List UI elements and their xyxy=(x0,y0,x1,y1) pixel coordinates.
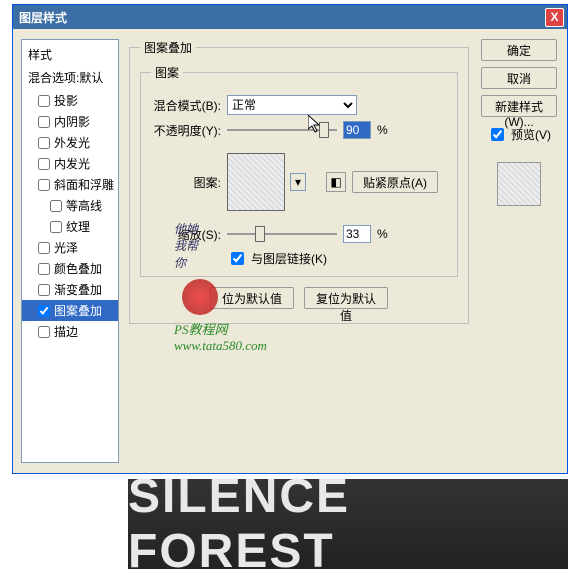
opacity-label: 不透明度(Y): xyxy=(151,122,221,139)
style-item[interactable]: 纹理 xyxy=(22,216,118,237)
style-item-label: 投影 xyxy=(54,92,78,109)
subgroup-title: 图案 xyxy=(151,64,183,81)
options-panel: 图案叠加 图案 混合模式(B): 正常 不透明度(Y): xyxy=(129,39,469,463)
style-item-checkbox[interactable] xyxy=(38,305,50,317)
style-item-checkbox[interactable] xyxy=(38,263,50,275)
style-item-label: 渐变叠加 xyxy=(54,281,102,298)
style-item-label: 描边 xyxy=(54,323,78,340)
style-item[interactable]: 内发光 xyxy=(22,153,118,174)
make-default-button[interactable]: 位为默认值 xyxy=(210,287,294,309)
close-button[interactable]: X xyxy=(545,8,564,27)
style-item-label: 颜色叠加 xyxy=(54,260,102,277)
blend-mode-row: 混合模式(B): 正常 xyxy=(151,95,447,115)
style-item[interactable]: 内阴影 xyxy=(22,111,118,132)
opacity-input[interactable] xyxy=(343,121,371,139)
preview-row: 预览(V) xyxy=(487,125,551,144)
pattern-dropdown-icon[interactable]: ▾ xyxy=(290,173,306,191)
default-buttons-row: 位为默认值 复位为默认值 xyxy=(140,287,458,309)
style-item-checkbox[interactable] xyxy=(38,242,50,254)
preview-checkbox[interactable] xyxy=(491,128,504,141)
blending-options-heading[interactable]: 混合选项:默认 xyxy=(22,67,118,90)
styles-heading[interactable]: 样式 xyxy=(22,44,118,67)
styles-list: 样式 混合选项:默认 投影内阴影外发光内发光斜面和浮雕等高线纹理光泽颜色叠加渐变… xyxy=(21,39,119,463)
style-item-checkbox[interactable] xyxy=(38,284,50,296)
style-item[interactable]: 斜面和浮雕 xyxy=(22,174,118,195)
scale-slider[interactable] xyxy=(227,233,337,235)
snap-origin-button[interactable]: 贴紧原点(A) xyxy=(352,171,438,193)
scale-unit: % xyxy=(377,227,388,241)
style-item-label: 等高线 xyxy=(66,197,102,214)
pattern-row: 图案: ▾ ◧ 贴紧原点(A) xyxy=(151,153,447,211)
style-item-label: 纹理 xyxy=(66,218,90,235)
new-style-button[interactable]: 新建样式(W)... xyxy=(481,95,557,117)
link-row: 与图层链接(K) xyxy=(227,249,447,268)
blend-mode-select[interactable]: 正常 xyxy=(227,95,357,115)
blend-mode-label: 混合模式(B): xyxy=(151,97,221,114)
cancel-button[interactable]: 取消 xyxy=(481,67,557,89)
style-item-label: 内发光 xyxy=(54,155,90,172)
style-item-checkbox[interactable] xyxy=(50,221,62,233)
style-item-checkbox[interactable] xyxy=(38,326,50,338)
ok-button[interactable]: 确定 xyxy=(481,39,557,61)
style-item-checkbox[interactable] xyxy=(38,137,50,149)
scale-input[interactable] xyxy=(343,225,371,243)
preview-swatch xyxy=(497,162,541,206)
style-item[interactable]: 等高线 xyxy=(22,195,118,216)
style-item[interactable]: 颜色叠加 xyxy=(22,258,118,279)
titlebar[interactable]: 图层样式 X xyxy=(13,5,567,29)
preview-image-text: SILENCE FOREST xyxy=(128,469,568,579)
style-item-checkbox[interactable] xyxy=(38,158,50,170)
scale-row: 缩放(S): % xyxy=(151,225,447,243)
style-item-checkbox[interactable] xyxy=(50,200,62,212)
style-item-label: 外发光 xyxy=(54,134,90,151)
style-item[interactable]: 外发光 xyxy=(22,132,118,153)
preview-label: 预览(V) xyxy=(511,126,551,143)
dialog-body: 样式 混合选项:默认 投影内阴影外发光内发光斜面和浮雕等高线纹理光泽颜色叠加渐变… xyxy=(13,29,567,473)
group-title: 图案叠加 xyxy=(140,39,196,56)
dialog-title: 图层样式 xyxy=(19,9,545,26)
style-item[interactable]: 渐变叠加 xyxy=(22,279,118,300)
pattern-subgroup: 图案 混合模式(B): 正常 不透明度(Y): % xyxy=(140,64,458,277)
reset-default-button[interactable]: 复位为默认值 xyxy=(304,287,388,309)
style-item[interactable]: 描边 xyxy=(22,321,118,342)
style-item-label: 图案叠加 xyxy=(54,302,102,319)
pattern-label: 图案: xyxy=(151,174,221,191)
opacity-slider[interactable] xyxy=(227,129,337,131)
layer-style-dialog: 图层样式 X 样式 混合选项:默认 投影内阴影外发光内发光斜面和浮雕等高线纹理光… xyxy=(12,4,568,474)
pattern-swatch[interactable] xyxy=(227,153,285,211)
style-item[interactable]: 图案叠加 xyxy=(22,300,118,321)
opacity-row: 不透明度(Y): % xyxy=(151,121,447,139)
style-item[interactable]: 投影 xyxy=(22,90,118,111)
scale-label: 缩放(S): xyxy=(151,226,221,243)
link-label: 与图层链接(K) xyxy=(251,250,327,267)
style-item-label: 光泽 xyxy=(54,239,78,256)
new-pattern-icon[interactable]: ◧ xyxy=(326,172,346,192)
opacity-slider-thumb[interactable] xyxy=(319,122,329,138)
preview-image: SILENCE FOREST xyxy=(128,479,568,569)
close-icon: X xyxy=(550,10,558,24)
scale-slider-thumb[interactable] xyxy=(255,226,265,242)
pattern-overlay-group: 图案叠加 图案 混合模式(B): 正常 不透明度(Y): xyxy=(129,39,469,324)
style-item-checkbox[interactable] xyxy=(38,95,50,107)
opacity-unit: % xyxy=(377,123,388,137)
style-item-label: 斜面和浮雕 xyxy=(54,176,114,193)
style-item-checkbox[interactable] xyxy=(38,116,50,128)
style-item-label: 内阴影 xyxy=(54,113,90,130)
right-button-panel: 确定 取消 新建样式(W)... 预览(V) xyxy=(479,39,559,463)
style-item[interactable]: 光泽 xyxy=(22,237,118,258)
style-item-checkbox[interactable] xyxy=(38,179,50,191)
link-with-layer-checkbox[interactable] xyxy=(231,252,244,265)
